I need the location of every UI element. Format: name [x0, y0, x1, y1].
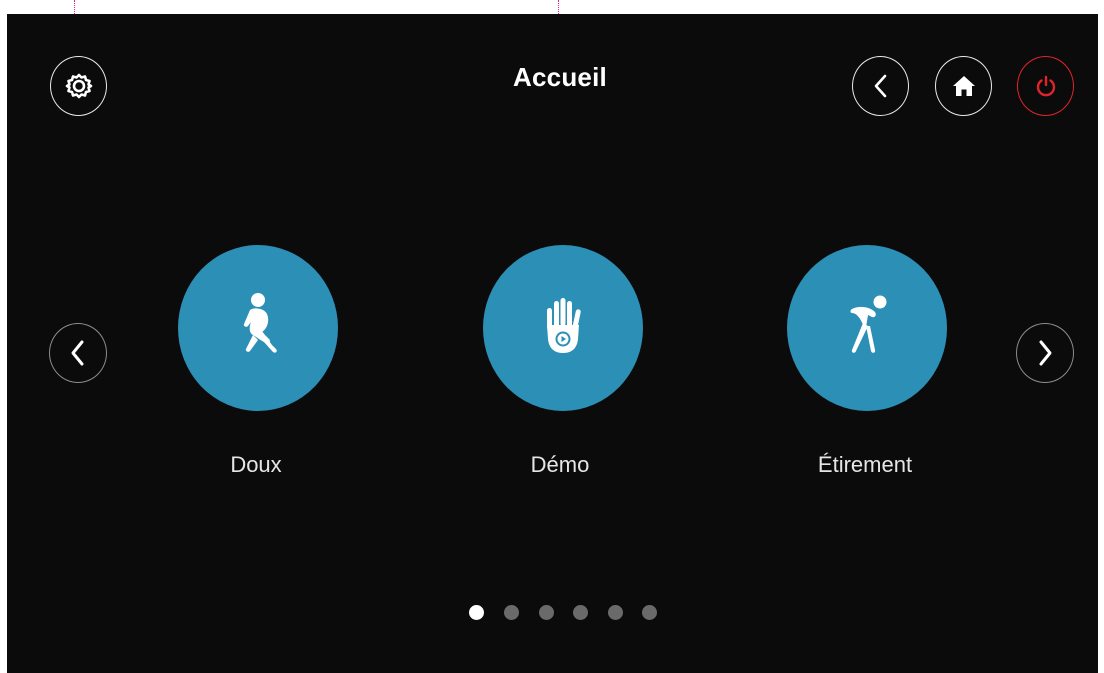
page-dot-6[interactable]: [642, 605, 657, 620]
settings-button[interactable]: [50, 56, 107, 116]
page-dot-3[interactable]: [539, 605, 554, 620]
page-dot-2[interactable]: [504, 605, 519, 620]
stretching-person-icon: [842, 293, 892, 364]
chevron-left-icon: [869, 72, 893, 100]
carousel-prev-button[interactable]: [49, 323, 107, 383]
power-button[interactable]: [1017, 56, 1074, 116]
program-label-etirement: Étirement: [817, 452, 913, 477]
program-label-doux: Doux: [230, 452, 282, 477]
hand-play-icon: [541, 297, 585, 360]
home-icon: [951, 73, 977, 99]
carousel-next-button[interactable]: [1016, 323, 1074, 383]
program-tile-etirement[interactable]: [787, 245, 947, 411]
chevron-right-icon: [1033, 338, 1057, 368]
page-dot-5[interactable]: [608, 605, 623, 620]
home-button[interactable]: [935, 56, 992, 116]
program-label-demo: Démo: [530, 452, 590, 477]
program-tile-doux[interactable]: [178, 245, 338, 411]
walking-person-icon: [236, 291, 280, 366]
chevron-left-icon: [66, 338, 90, 368]
page-dot-4[interactable]: [573, 605, 588, 620]
gear-icon: [64, 71, 94, 101]
program-tile-demo[interactable]: [483, 245, 643, 411]
power-icon: [1034, 74, 1058, 98]
page-dot-1[interactable]: [469, 605, 484, 620]
page-title: Accueil: [513, 62, 607, 92]
back-button[interactable]: [852, 56, 909, 116]
